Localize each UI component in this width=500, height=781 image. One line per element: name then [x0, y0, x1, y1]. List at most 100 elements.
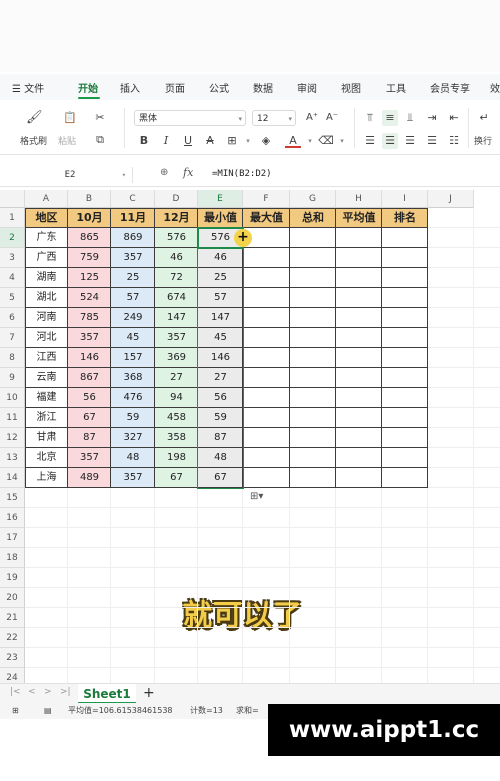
column-header[interactable]: G	[290, 190, 336, 208]
table-cell[interactable]	[290, 428, 336, 448]
tab-tools[interactable]: 工具	[386, 80, 406, 95]
align-center-icon[interactable]: ☰	[382, 133, 398, 149]
table-cell[interactable]: 357	[68, 448, 111, 468]
region-cell[interactable]: 甘肃	[25, 428, 68, 448]
align-top-icon[interactable]: ⫪	[362, 110, 378, 126]
table-cell[interactable]: 146	[198, 348, 243, 368]
table-cell[interactable]: 147	[198, 308, 243, 328]
table-cell[interactable]	[382, 328, 428, 348]
font-grow-button[interactable]: A⁺	[304, 110, 320, 126]
indent-increase-icon[interactable]: ⇥	[424, 110, 440, 126]
table-cell[interactable]: 674	[155, 288, 198, 308]
indent-decrease-icon[interactable]: ⇤	[446, 110, 462, 126]
column-header[interactable]: F	[243, 190, 290, 208]
table-cell[interactable]: 45	[111, 328, 155, 348]
column-header[interactable]: H	[336, 190, 382, 208]
format-painter-label[interactable]: 格式刷	[20, 134, 47, 147]
table-header-cell[interactable]: 最大值	[243, 208, 290, 228]
table-cell[interactable]	[290, 468, 336, 488]
row-header[interactable]: 17	[0, 528, 25, 548]
sheet-tab-sheet1[interactable]: Sheet1	[78, 684, 136, 704]
table-cell[interactable]: 759	[68, 248, 111, 268]
table-cell[interactable]	[290, 368, 336, 388]
table-cell[interactable]: 94	[155, 388, 198, 408]
table-cell[interactable]	[336, 428, 382, 448]
table-header-cell[interactable]: 总和	[290, 208, 336, 228]
clear-format-icon[interactable]: ⌫	[318, 133, 334, 149]
table-cell[interactable]	[290, 308, 336, 328]
table-header-cell[interactable]: 12月	[155, 208, 198, 228]
table-header-cell[interactable]: 地区	[25, 208, 68, 228]
table-cell[interactable]	[336, 448, 382, 468]
table-cell[interactable]	[336, 268, 382, 288]
table-cell[interactable]	[336, 248, 382, 268]
region-cell[interactable]: 云南	[25, 368, 68, 388]
paste-icon[interactable]: 📋	[62, 110, 78, 126]
zoom-icon[interactable]: ⊕	[160, 167, 168, 178]
region-cell[interactable]: 福建	[25, 388, 68, 408]
table-cell[interactable]: 125	[68, 268, 111, 288]
table-cell[interactable]	[336, 348, 382, 368]
status-average[interactable]: 平均值=106.61538461538	[68, 703, 173, 719]
font-color-icon[interactable]: A	[285, 133, 301, 148]
table-cell[interactable]	[243, 368, 290, 388]
next-sheet-icon[interactable]: >	[44, 687, 52, 697]
region-cell[interactable]: 上海	[25, 468, 68, 488]
table-cell[interactable]	[290, 328, 336, 348]
column-header[interactable]: A	[25, 190, 68, 208]
table-cell[interactable]: 524	[68, 288, 111, 308]
table-cell[interactable]: 27	[198, 368, 243, 388]
table-cell[interactable]: 46	[198, 248, 243, 268]
table-cell[interactable]: 45	[198, 328, 243, 348]
column-header[interactable]: C	[111, 190, 155, 208]
table-cell[interactable]	[382, 408, 428, 428]
row-header[interactable]: 12	[0, 428, 25, 448]
table-cell[interactable]: 46	[155, 248, 198, 268]
table-cell[interactable]: 25	[198, 268, 243, 288]
align-bottom-icon[interactable]: ⫫	[402, 110, 418, 126]
table-cell[interactable]: 59	[111, 408, 155, 428]
table-cell[interactable]	[243, 388, 290, 408]
row-header[interactable]: 14	[0, 468, 25, 488]
table-cell[interactable]	[336, 288, 382, 308]
table-cell[interactable]: 458	[155, 408, 198, 428]
row-header[interactable]: 11	[0, 408, 25, 428]
tab-insert[interactable]: 插入	[120, 80, 140, 95]
table-cell[interactable]	[243, 468, 290, 488]
table-cell[interactable]: 198	[155, 448, 198, 468]
font-shrink-button[interactable]: A⁻	[324, 110, 340, 126]
table-cell[interactable]	[382, 308, 428, 328]
tab-data[interactable]: 数据	[253, 80, 273, 95]
bold-button[interactable]: B	[136, 133, 152, 149]
row-header[interactable]: 19	[0, 568, 25, 588]
italic-button[interactable]: I	[158, 133, 174, 149]
status-sum[interactable]: 求和=	[236, 703, 259, 719]
region-cell[interactable]: 湖北	[25, 288, 68, 308]
table-cell[interactable]	[290, 348, 336, 368]
table-header-cell[interactable]: 最小值	[198, 208, 243, 228]
region-cell[interactable]: 浙江	[25, 408, 68, 428]
table-cell[interactable]: 785	[68, 308, 111, 328]
row-header[interactable]: 2	[0, 228, 25, 248]
row-header[interactable]: 9	[0, 368, 25, 388]
tab-view[interactable]: 视图	[341, 80, 361, 95]
table-cell[interactable]	[290, 248, 336, 268]
wrap-text-icon[interactable]: ↵	[476, 110, 492, 126]
table-cell[interactable]: 67	[68, 408, 111, 428]
table-cell[interactable]: 249	[111, 308, 155, 328]
region-cell[interactable]: 北京	[25, 448, 68, 468]
paste-options-icon[interactable]: ⊞▾	[250, 491, 263, 502]
file-menu[interactable]: ☰ 文件	[12, 80, 44, 95]
wrap-text-label[interactable]: 换行	[474, 134, 492, 147]
table-header-cell[interactable]: 平均值	[336, 208, 382, 228]
table-cell[interactable]: 57	[198, 288, 243, 308]
table-cell[interactable]: 56	[68, 388, 111, 408]
name-box[interactable]: E2 ▾	[8, 167, 133, 183]
tab-review[interactable]: 审阅	[297, 80, 317, 95]
table-cell[interactable]: 865	[68, 228, 111, 248]
table-cell[interactable]	[336, 228, 382, 248]
row-header[interactable]: 3	[0, 248, 25, 268]
table-cell[interactable]: 369	[155, 348, 198, 368]
row-header[interactable]: 21	[0, 608, 25, 628]
table-cell[interactable]	[243, 268, 290, 288]
